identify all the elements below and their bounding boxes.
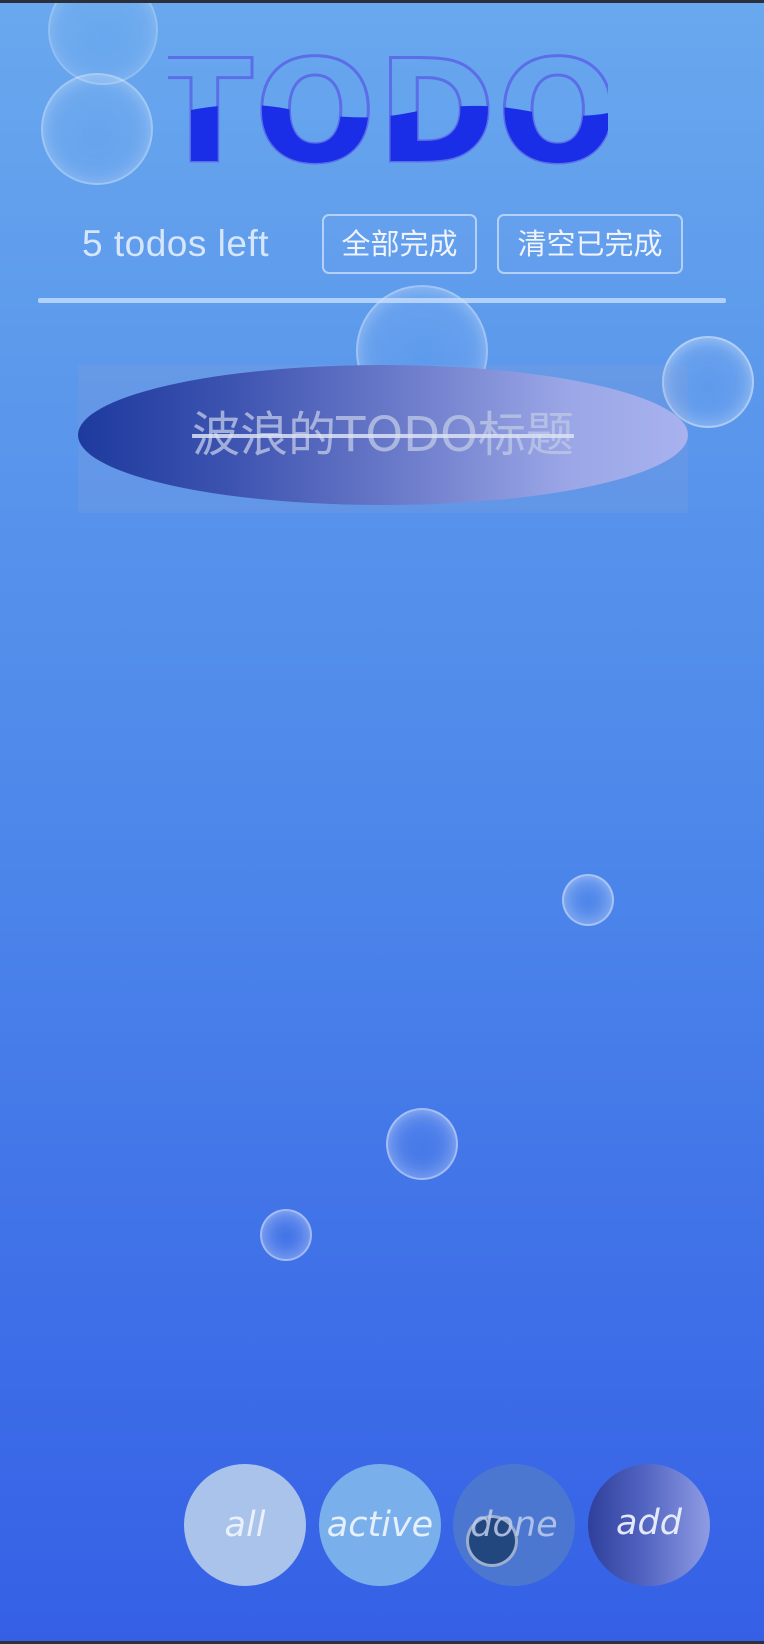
bubble-decoration — [386, 1108, 458, 1180]
bubble-decoration — [41, 73, 153, 185]
app-title: TODO TODO — [168, 43, 608, 173]
bubble-decoration — [48, 3, 158, 85]
filter-active-button[interactable]: active — [319, 1464, 441, 1586]
bubble-decoration — [260, 1209, 312, 1261]
filter-active-label: active — [326, 1505, 434, 1545]
filter-done-label: done — [470, 1505, 558, 1545]
todo-app: TODO TODO 5 todos left 全部完成 清空已完成 波浪的TOD… — [0, 0, 764, 1644]
header-divider — [38, 298, 726, 303]
filter-all-label: all — [224, 1505, 266, 1545]
complete-all-button[interactable]: 全部完成 — [322, 214, 477, 274]
todos-left-counter: 5 todos left — [82, 223, 270, 264]
clear-completed-button[interactable]: 清空已完成 — [497, 214, 683, 274]
filter-all-button[interactable]: all — [184, 1464, 306, 1586]
add-todo-label: add — [616, 1503, 682, 1543]
todo-list-item[interactable]: 波浪的TODO标题 — [78, 365, 688, 513]
todo-title[interactable]: 波浪的TODO标题 — [78, 405, 688, 465]
add-todo-button[interactable]: add — [588, 1464, 710, 1586]
filter-done-button[interactable]: done — [453, 1464, 575, 1586]
bubble-decoration — [562, 874, 614, 926]
